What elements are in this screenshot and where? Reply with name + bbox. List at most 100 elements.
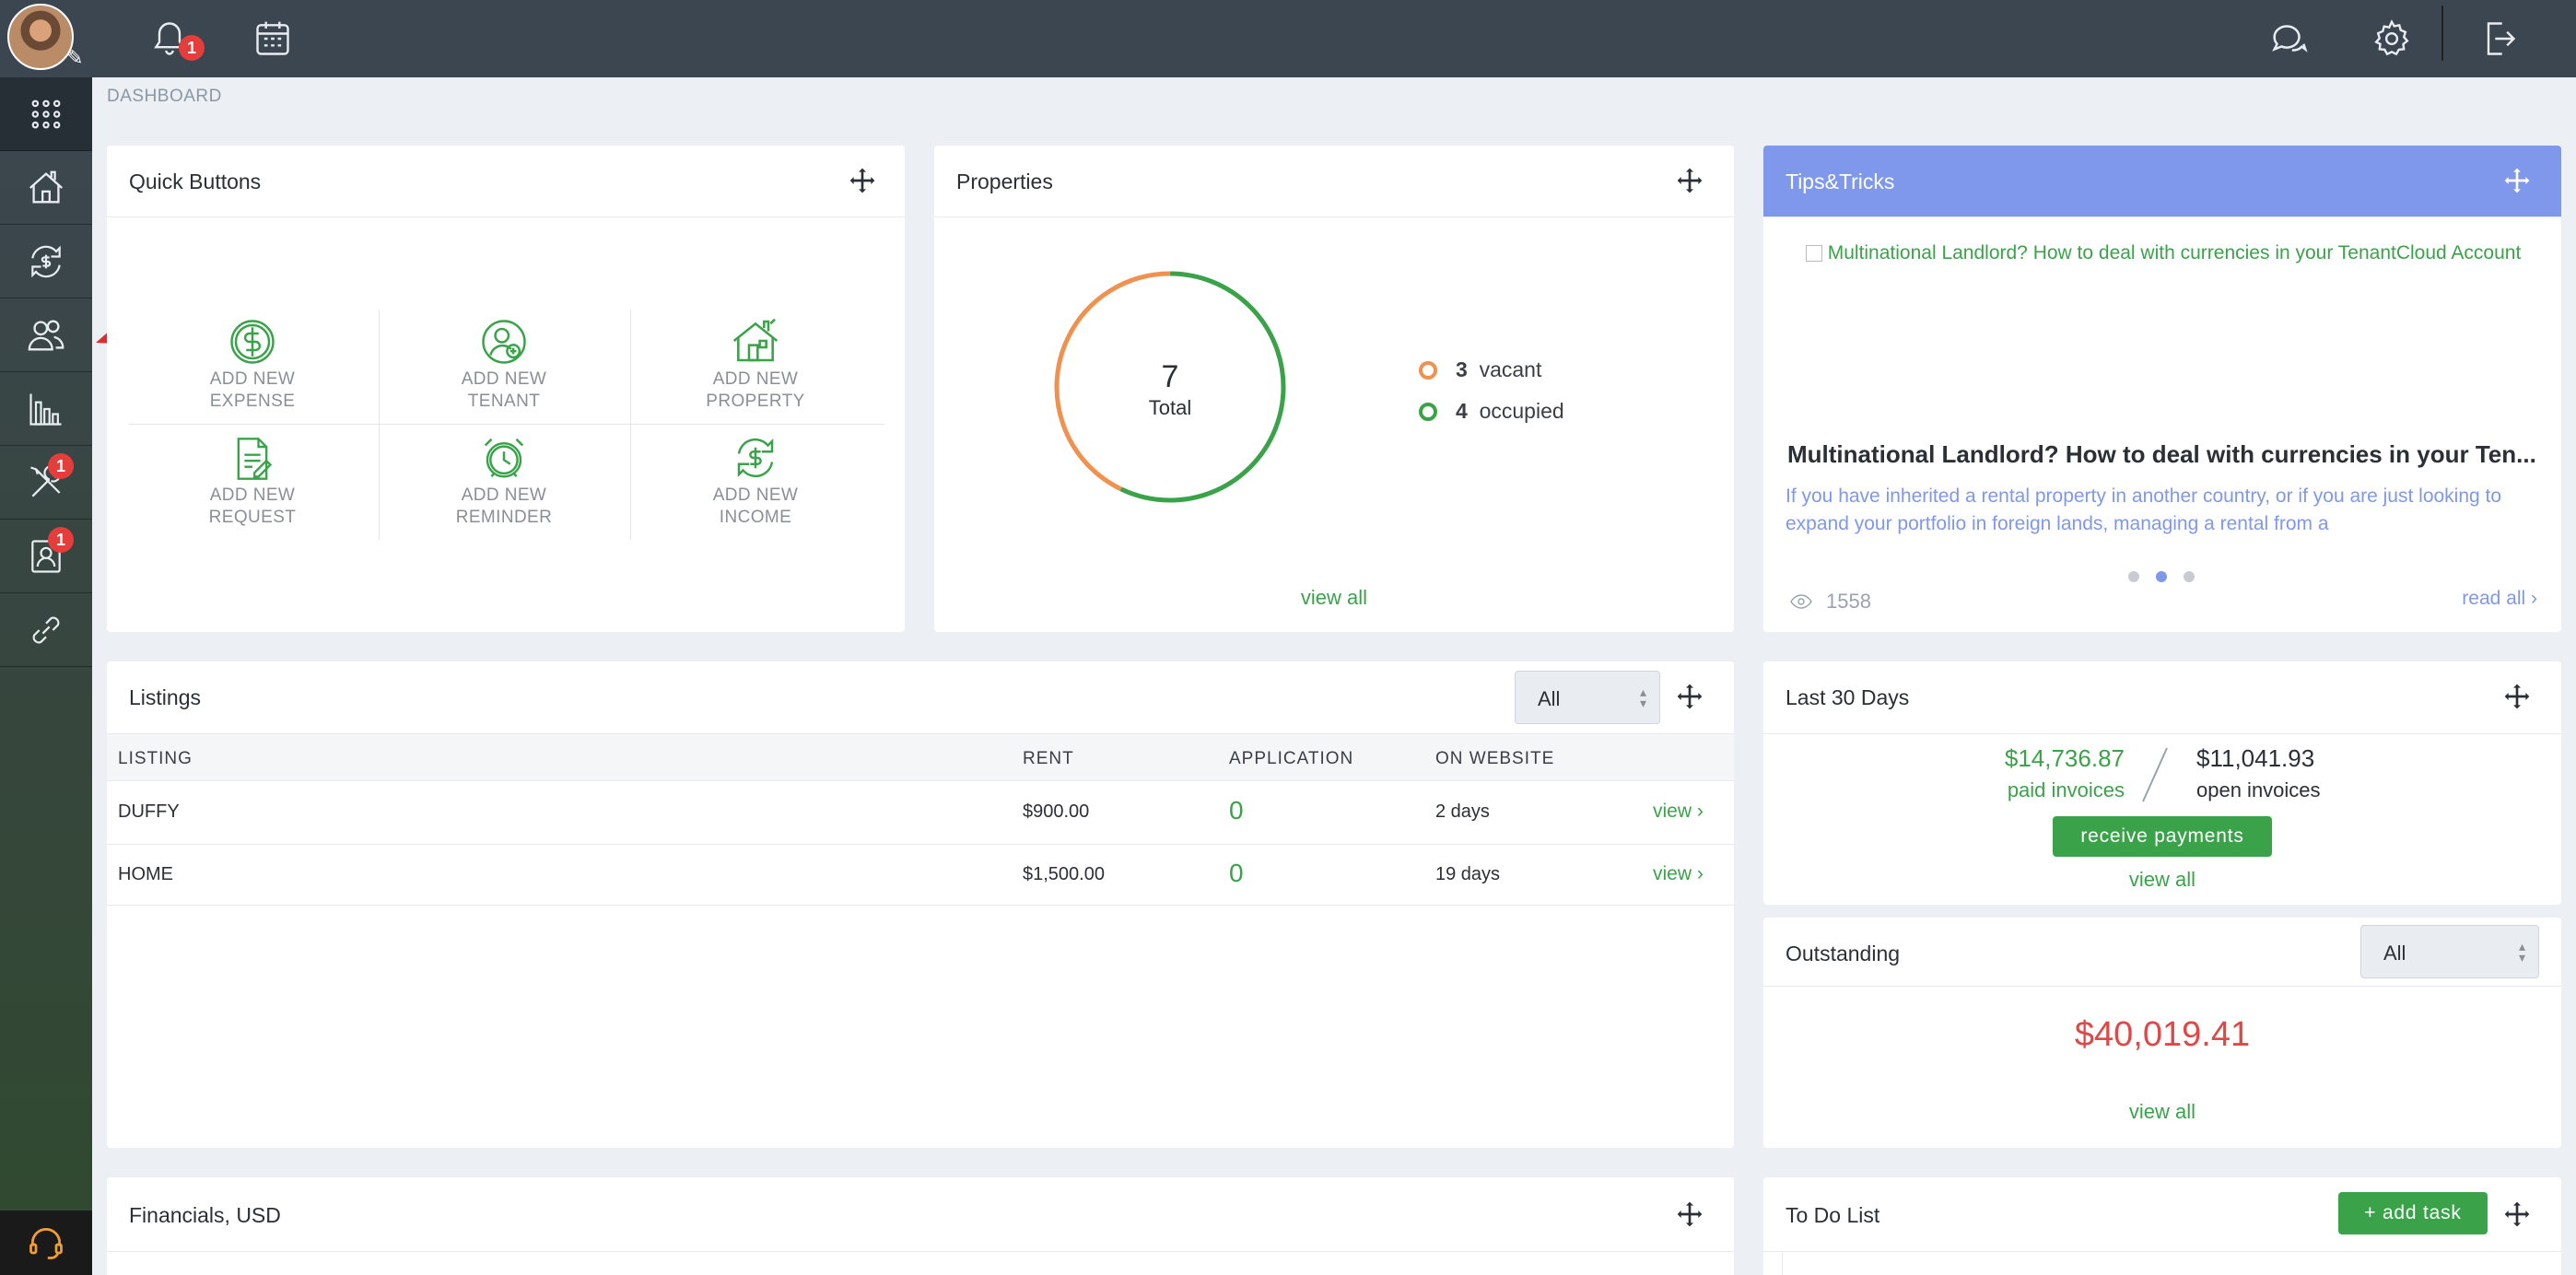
sidebar-item-transactions[interactable]: [0, 225, 92, 298]
carousel-dots: [2128, 571, 2195, 582]
sidebar-item-apps[interactable]: [0, 77, 92, 151]
legend-occupied: 4 occupied: [1419, 399, 1564, 424]
move-icon[interactable]: [2502, 1199, 2532, 1229]
move-icon[interactable]: [848, 166, 877, 195]
sidebar-item-tenants[interactable]: [0, 298, 92, 372]
sidebar-item-maintenance[interactable]: 1: [0, 446, 92, 520]
move-icon[interactable]: [1675, 682, 1704, 711]
carousel-dot[interactable]: [2128, 571, 2139, 582]
listing-applications[interactable]: 0: [1229, 796, 1244, 825]
col-rent[interactable]: RENT: [1023, 749, 1074, 769]
pin-icon: ✎: [66, 46, 84, 69]
tips-article-image[interactable]: Multinational Landlord? How to deal with…: [1786, 240, 2541, 267]
listings-title: Listings: [129, 685, 201, 709]
properties-total-label: Total: [1148, 396, 1192, 419]
legend-vacant-dot: [1419, 360, 1437, 380]
open-amount: $11,041.93: [2196, 744, 2315, 772]
add-tenant-button[interactable]: ADD NEW TENANT: [379, 317, 629, 431]
tips-read-all-link[interactable]: read all ›: [2462, 588, 2537, 610]
listings-filter-select[interactable]: All ▴ ▾: [1515, 671, 1660, 724]
breadcrumb: DASHBOARD: [107, 87, 222, 106]
paid-amount: $14,736.87: [2004, 744, 2125, 772]
add-request-button[interactable]: ADD NEW REQUEST: [127, 433, 378, 547]
financials-title: Financials, USD: [129, 1203, 281, 1227]
col-application[interactable]: APPLICATION: [1229, 749, 1353, 769]
financials-panel: Financials, USD: [107, 1177, 1734, 1275]
dollar-coin-icon: [230, 320, 275, 364]
add-task-button[interactable]: + add task: [2338, 1192, 2488, 1234]
listing-applications[interactable]: 0: [1229, 859, 1244, 888]
open-label: open invoices: [2196, 778, 2321, 801]
apps-grid-icon: [31, 99, 61, 128]
calendar-button[interactable]: [247, 13, 299, 64]
chat-button[interactable]: [2263, 13, 2314, 64]
todo-title: To Do List: [1786, 1203, 1880, 1227]
add-property-button[interactable]: ADD NEW PROPERTY: [630, 317, 881, 431]
add-reminder-button[interactable]: ADD NEW REMINDER: [379, 433, 629, 547]
outstanding-panel: Outstanding All ▴ ▾ $40,019.41 view all: [1763, 918, 2561, 1148]
logout-button[interactable]: [2473, 13, 2524, 64]
properties-title: Properties: [956, 170, 1053, 193]
outstanding-view-all-link[interactable]: view all: [1763, 1100, 2561, 1124]
move-icon[interactable]: [1675, 1199, 1704, 1229]
sidebar-item-reports[interactable]: [0, 372, 92, 446]
last30-view-all-link[interactable]: view all: [1763, 868, 2561, 892]
sidebar: 1 1: [0, 77, 92, 1275]
reports-chart-icon: [29, 393, 62, 426]
open-invoices[interactable]: $11,041.93 open invoices: [2196, 744, 2321, 802]
occupied-count: 4: [1456, 399, 1468, 423]
views-count: 1558: [1826, 590, 1871, 613]
logout-icon: [2487, 22, 2516, 55]
listing-view-link[interactable]: view ›: [1653, 863, 1704, 885]
outstanding-filter-value: All: [2383, 942, 2406, 965]
carousel-dot-active[interactable]: [2156, 571, 2167, 582]
support-button[interactable]: [0, 1211, 92, 1275]
tips-headline[interactable]: Multinational Landlord? How to deal with…: [1787, 440, 2543, 469]
outstanding-amount[interactable]: $40,019.41: [1763, 1015, 2561, 1055]
user-avatar[interactable]: [7, 4, 74, 70]
add-income-button[interactable]: ADD NEW INCOME: [630, 433, 881, 547]
sidebar-item-properties[interactable]: [0, 151, 92, 225]
move-icon[interactable]: [1675, 166, 1704, 195]
notifications-button[interactable]: 1: [144, 13, 205, 64]
move-icon[interactable]: [2502, 166, 2532, 195]
tips-image-alt: Multinational Landlord? How to deal with…: [1827, 242, 2522, 263]
move-icon[interactable]: [2502, 682, 2532, 711]
broken-image-icon: [1805, 245, 1822, 263]
row-divider: [107, 844, 1735, 845]
properties-total-value: 7: [1161, 359, 1179, 394]
col-listing[interactable]: LISTING: [118, 749, 193, 769]
col-on-website[interactable]: ON WEBSITE: [1435, 749, 1554, 769]
notifications-badge: 1: [179, 35, 205, 61]
listing-name: HOME: [118, 864, 173, 884]
add-expense-button[interactable]: ADD NEW EXPENSE: [127, 317, 378, 431]
quick-buttons-panel: Quick Buttons ADD NEW EXPENSE ADD NEW TENA…: [107, 146, 905, 632]
link-icon: [32, 616, 60, 643]
quick-buttons-header: Quick Buttons: [107, 146, 905, 217]
listing-rent: $900.00: [1023, 801, 1090, 822]
select-arrows-icon: ▴ ▾: [2518, 939, 2525, 965]
house-icon: [732, 318, 779, 362]
receive-payments-button[interactable]: receive payments: [2053, 816, 2272, 857]
calendar-icon: [256, 21, 289, 55]
properties-house-icon: [29, 170, 64, 203]
properties-view-all-link[interactable]: view all: [934, 586, 1734, 610]
paid-invoices[interactable]: $14,736.87 paid invoices: [1763, 744, 2125, 802]
settings-button[interactable]: [2366, 13, 2418, 64]
quick-buttons-title: Quick Buttons: [129, 170, 262, 193]
last30-title: Last 30 Days: [1786, 685, 1910, 709]
sidebar-item-applications[interactable]: 1: [0, 520, 92, 593]
listing-rent: $1,500.00: [1023, 864, 1105, 884]
tips-panel: Tips&Tricks Multinational Landlord? How …: [1763, 146, 2561, 632]
eye-icon: [1790, 594, 1812, 609]
properties-panel: Properties 7 Total 3 vacant 4 occupied v…: [934, 146, 1734, 632]
chat-icon: [2272, 25, 2308, 53]
gear-icon: [2374, 19, 2409, 56]
sidebar-item-links[interactable]: [0, 593, 92, 667]
carousel-dot[interactable]: [2184, 571, 2195, 582]
legend-occupied-dot: [1419, 402, 1437, 421]
outstanding-filter-select[interactable]: All ▴ ▾: [2360, 925, 2539, 978]
tips-title: Tips&Tricks: [1786, 170, 1895, 193]
listing-view-link[interactable]: view ›: [1653, 801, 1704, 823]
listing-on-website: 19 days: [1435, 864, 1501, 884]
